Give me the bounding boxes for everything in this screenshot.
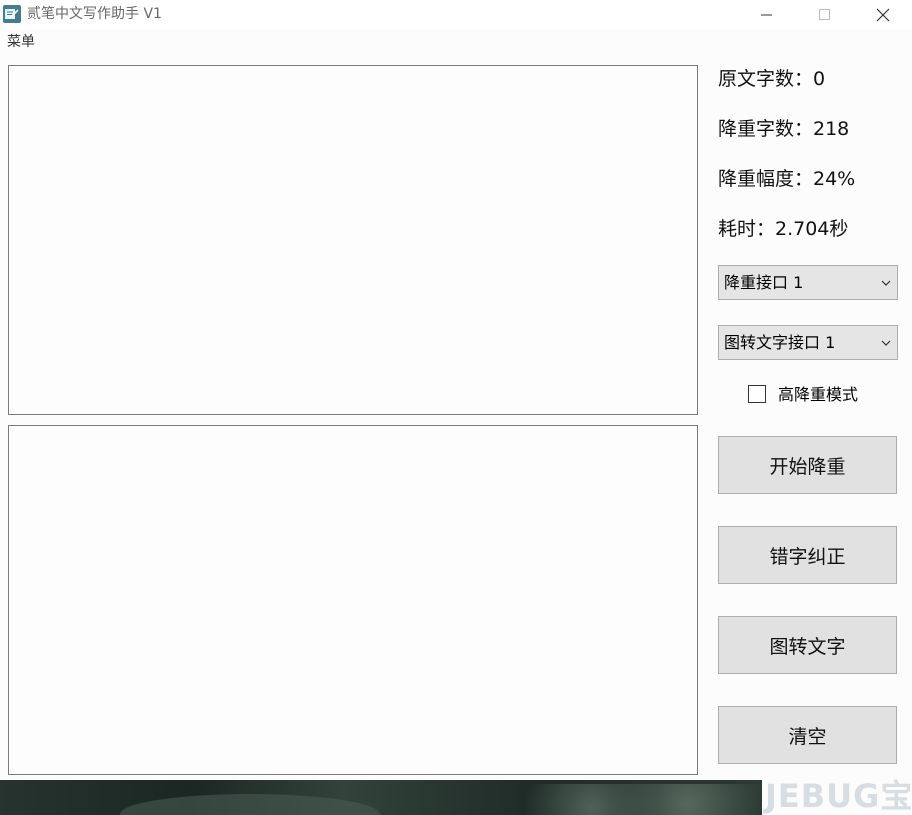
- result-text-output[interactable]: [8, 425, 698, 775]
- window-title: 贰笔中文写作助手 V1: [27, 6, 162, 22]
- close-icon: [876, 8, 890, 22]
- maximize-button[interactable]: [802, 0, 848, 30]
- maximize-icon: [819, 9, 830, 20]
- ocr-api-value: 图转文字接口 1: [724, 333, 836, 352]
- watermark-logo: JEBUG宝: [765, 777, 912, 815]
- reduction-rate-label: 降重幅度：24%: [718, 168, 856, 190]
- close-button[interactable]: [860, 0, 906, 30]
- notebook-pen-icon: [3, 5, 21, 23]
- source-text-input[interactable]: [8, 65, 698, 415]
- background-photo-strip: [0, 780, 762, 815]
- minimize-button[interactable]: [744, 0, 790, 30]
- high-mode-checkbox[interactable]: [748, 385, 766, 403]
- original-count-label: 原文字数：0: [718, 68, 826, 90]
- clear-button[interactable]: 清空: [718, 706, 897, 764]
- reduced-count-label: 降重字数：218: [718, 118, 850, 140]
- image-to-text-button[interactable]: 图转文字: [718, 616, 897, 674]
- start-reduce-button[interactable]: 开始降重: [718, 436, 897, 494]
- ocr-api-select[interactable]: 图转文字接口 1: [718, 325, 898, 360]
- menu-item-main[interactable]: 菜单: [7, 33, 35, 51]
- reduce-api-select[interactable]: 降重接口 1: [718, 265, 898, 300]
- time-used-label: 耗时：2.704秒: [718, 218, 849, 240]
- chevron-down-icon: [881, 280, 891, 286]
- menu-bar: 菜单: [0, 30, 912, 54]
- title-bar: 贰笔中文写作助手 V1: [0, 0, 912, 30]
- typo-correct-button[interactable]: 错字纠正: [718, 526, 897, 584]
- minimize-icon: [761, 14, 772, 16]
- chevron-down-icon: [881, 340, 891, 346]
- reduce-api-value: 降重接口 1: [724, 273, 804, 292]
- high-mode-label: 高降重模式: [778, 385, 859, 404]
